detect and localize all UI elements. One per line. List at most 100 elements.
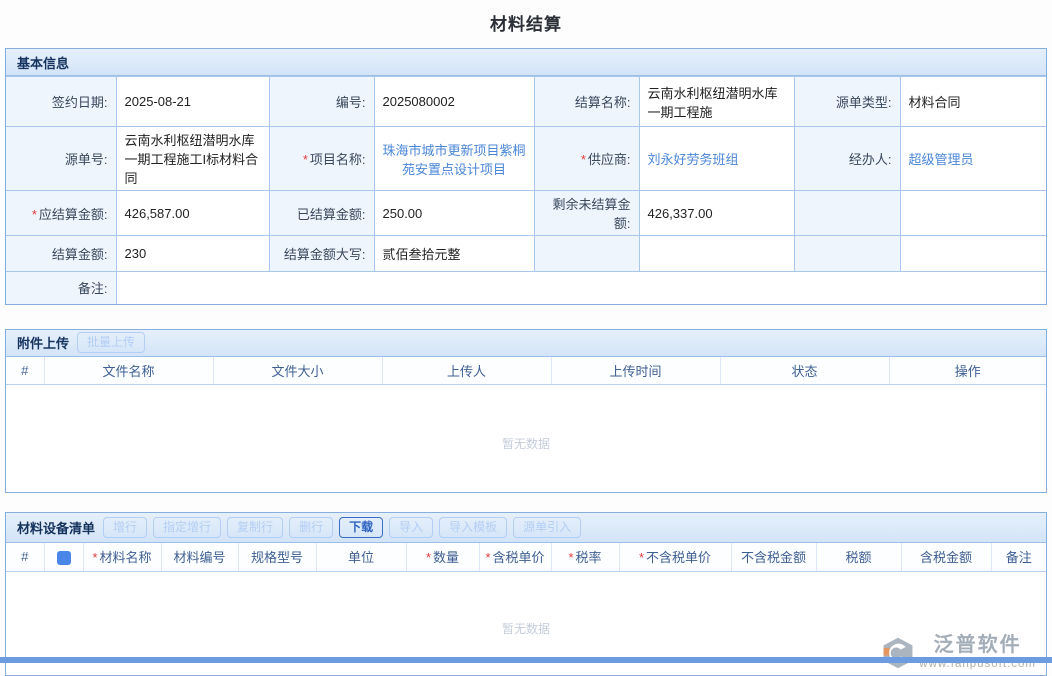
field-label-source-no: 源单号: bbox=[6, 127, 116, 191]
field-label-text: 经办人: bbox=[849, 152, 892, 167]
field-label-text: 签约日期: bbox=[52, 95, 108, 110]
required-marker: * bbox=[32, 207, 37, 222]
field-value-settle-name: 云南水利枢纽潜明水库一期工程施 bbox=[639, 77, 794, 127]
materials-section: 材料设备清单 增行 指定增行 复制行 删行 下载 导入 导入模板 源单引入 # … bbox=[5, 512, 1047, 676]
field-value-settle-amount-caps: 贰佰叁拾元整 bbox=[374, 236, 534, 272]
col-label: 数量 bbox=[433, 550, 459, 565]
materials-table: # *材料名称 材料编号 规格型号 单位 *数量 *含税单价 *税率 *不含税单… bbox=[6, 543, 1046, 572]
attachments-empty-text: 暂无数据 bbox=[6, 385, 1046, 452]
basic-info-row-3: *应结算金额: 426,587.00 已结算金额: 250.00 剩余未结算金额… bbox=[6, 191, 1046, 236]
field-value-settled-amount: 250.00 bbox=[374, 191, 534, 236]
page-title: 材料结算 bbox=[0, 0, 1052, 48]
basic-info-row-5: 备注: bbox=[6, 272, 1046, 304]
col-amount-no-tax: 不含税金额 bbox=[731, 543, 816, 571]
field-label-settle-amount: 结算金额: bbox=[6, 236, 116, 272]
basic-info-row-2: 源单号: 云南水利枢纽潜明水库一期工程施工I标材料合同 *项目名称: 珠海市城市… bbox=[6, 127, 1046, 191]
field-value-operator: 超级管理员 bbox=[900, 127, 1046, 191]
field-label-text: 备注: bbox=[78, 281, 108, 296]
empty-cell bbox=[639, 236, 794, 272]
col-select-all bbox=[44, 543, 83, 571]
attachments-header-row: # 文件名称 文件大小 上传人 上传时间 状态 操作 bbox=[6, 357, 1046, 385]
col-price-with-tax: *含税单价 bbox=[479, 543, 551, 571]
field-label-settle-name: 结算名称: bbox=[534, 77, 639, 127]
materials-toolbar: 增行 指定增行 复制行 删行 下载 导入 导入模板 源单引入 bbox=[103, 517, 581, 538]
select-all-checkbox[interactable] bbox=[57, 551, 71, 565]
field-label-text: 剩余未结算金额: bbox=[552, 197, 630, 231]
field-label-text: 结算金额大写: bbox=[284, 247, 366, 262]
field-label-text: 编号: bbox=[336, 95, 366, 110]
basic-info-title: 基本信息 bbox=[17, 53, 69, 72]
field-value-source-type: 材料合同 bbox=[900, 77, 1046, 127]
field-label-text: 源单类型: bbox=[836, 95, 892, 110]
project-name-link[interactable]: 珠海市城市更新项目紫桐苑安置点设计项目 bbox=[383, 143, 526, 177]
col-amount-with-tax: 含税金额 bbox=[901, 543, 991, 571]
materials-header: 材料设备清单 增行 指定增行 复制行 删行 下载 导入 导入模板 源单引入 bbox=[6, 513, 1046, 543]
material-settlement-page: { "page": { "title": "材料结算" }, "misc": {… bbox=[0, 0, 1052, 663]
field-label-operator: 经办人: bbox=[794, 127, 900, 191]
watermark-brand: 泛普软件 bbox=[934, 635, 1022, 655]
operator-link[interactable]: 超级管理员 bbox=[909, 152, 974, 167]
batch-upload-button[interactable]: 批量上传 bbox=[77, 332, 145, 353]
required-marker: * bbox=[581, 152, 586, 167]
col-label: 含税单价 bbox=[493, 550, 545, 565]
insert-row-button[interactable]: 指定增行 bbox=[153, 517, 221, 538]
field-value-source-no: 云南水利枢纽潜明水库一期工程施工I标材料合同 bbox=[116, 127, 269, 191]
empty-cell bbox=[534, 236, 639, 272]
attachments-empty-body: 暂无数据 bbox=[6, 385, 1046, 492]
field-label-text: 供应商: bbox=[588, 152, 631, 167]
col-label: 材料名称 bbox=[100, 550, 152, 565]
attachments-header: 附件上传 批量上传 bbox=[6, 330, 1046, 357]
col-material-name: *材料名称 bbox=[83, 543, 161, 571]
col-index: # bbox=[6, 543, 44, 571]
field-label-project-name: *项目名称: bbox=[269, 127, 374, 191]
import-button[interactable]: 导入 bbox=[389, 517, 433, 538]
field-value-remaining-amount: 426,337.00 bbox=[639, 191, 794, 236]
materials-header-row: # *材料名称 材料编号 规格型号 单位 *数量 *含税单价 *税率 *不含税单… bbox=[6, 543, 1046, 571]
field-label-source-type: 源单类型: bbox=[794, 77, 900, 127]
col-status: 状态 bbox=[720, 357, 889, 385]
col-file-name: 文件名称 bbox=[44, 357, 213, 385]
col-index: # bbox=[6, 357, 44, 385]
copy-row-button[interactable]: 复制行 bbox=[227, 517, 283, 538]
empty-cell bbox=[900, 236, 1046, 272]
field-label-remark: 备注: bbox=[6, 272, 116, 304]
col-remark: 备注 bbox=[991, 543, 1046, 571]
download-button[interactable]: 下载 bbox=[339, 517, 383, 538]
source-import-button[interactable]: 源单引入 bbox=[513, 517, 581, 538]
col-tax-rate: *税率 bbox=[551, 543, 619, 571]
col-label: 税率 bbox=[576, 550, 602, 565]
field-label-text: 应结算金额: bbox=[39, 207, 108, 222]
empty-cell bbox=[794, 236, 900, 272]
field-label-remaining-amount: 剩余未结算金额: bbox=[534, 191, 639, 236]
supplier-link[interactable]: 刘永好劳务班组 bbox=[648, 152, 739, 167]
field-label-text: 源单号: bbox=[65, 152, 108, 167]
fanpu-logo-icon bbox=[881, 636, 915, 670]
page-bottom-bar bbox=[0, 657, 1052, 663]
basic-info-grid: 签约日期: 2025-08-21 编号: 2025080002 结算名称: 云南… bbox=[6, 76, 1046, 304]
field-label-sign-date: 签约日期: bbox=[6, 77, 116, 127]
field-label-settled-amount: 已结算金额: bbox=[269, 191, 374, 236]
col-material-code: 材料编号 bbox=[161, 543, 238, 571]
col-quantity: *数量 bbox=[406, 543, 479, 571]
basic-info-header: 基本信息 bbox=[6, 49, 1046, 76]
delete-row-button[interactable]: 删行 bbox=[289, 517, 333, 538]
required-marker: * bbox=[92, 550, 97, 565]
required-marker: * bbox=[485, 550, 490, 565]
col-file-size: 文件大小 bbox=[213, 357, 382, 385]
import-template-button[interactable]: 导入模板 bbox=[439, 517, 507, 538]
materials-title: 材料设备清单 bbox=[17, 518, 95, 537]
attachments-section: 附件上传 批量上传 # 文件名称 文件大小 上传人 上传时间 状态 操作 暂无数… bbox=[5, 329, 1047, 494]
field-label-text: 已结算金额: bbox=[297, 207, 366, 222]
field-value-number: 2025080002 bbox=[374, 77, 534, 127]
field-label-settle-amount-caps: 结算金额大写: bbox=[269, 236, 374, 272]
col-uploader: 上传人 bbox=[382, 357, 551, 385]
required-marker: * bbox=[568, 550, 573, 565]
required-marker: * bbox=[426, 550, 431, 565]
attachments-title: 附件上传 bbox=[17, 333, 69, 352]
attachments-table: # 文件名称 文件大小 上传人 上传时间 状态 操作 bbox=[6, 357, 1046, 386]
field-value-settle-amount: 230 bbox=[116, 236, 269, 272]
col-spec-model: 规格型号 bbox=[238, 543, 316, 571]
col-actions: 操作 bbox=[889, 357, 1046, 385]
add-row-button[interactable]: 增行 bbox=[103, 517, 147, 538]
materials-empty-text: 暂无数据 bbox=[6, 572, 1046, 637]
